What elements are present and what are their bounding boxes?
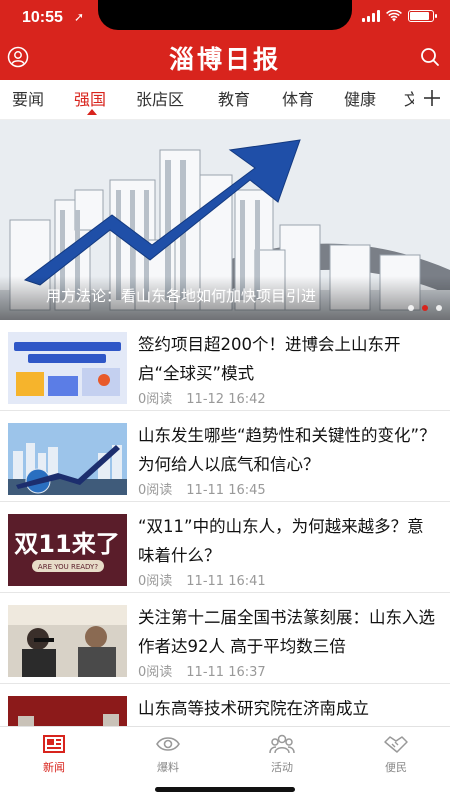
- read-count: 0阅读: [138, 392, 173, 407]
- news-thumbnail: [8, 423, 127, 495]
- newspaper-icon: [43, 735, 65, 753]
- nav-baoliao[interactable]: 爆料: [138, 733, 198, 775]
- news-date: 11-11 16:37: [186, 665, 266, 680]
- tab-partial[interactable]: 文: [404, 86, 414, 110]
- news-thumbnail: [8, 605, 127, 677]
- news-item[interactable]: 关注第十二届全国书法篆刻展：山东入选作者达92人 高于平均数三倍 0阅读 11-1…: [0, 593, 450, 684]
- nav-baoliao-label: 爆料: [157, 761, 179, 774]
- read-count: 0阅读: [138, 483, 173, 498]
- location-arrow-icon: ➚: [74, 10, 85, 24]
- banner-caption-text: 用方法论：看山东各地如何加快项目引进: [46, 287, 317, 305]
- news-meta: 0阅读 11-11 16:41: [138, 570, 266, 589]
- handshake-icon: [384, 736, 408, 753]
- carousel-dot[interactable]: [436, 305, 442, 311]
- nav-activity-label: 活动: [271, 761, 293, 774]
- nav-bianmin-label: 便民: [385, 761, 407, 774]
- read-count: 0阅读: [138, 574, 173, 589]
- news-title: 签约项目超200个！进博会上山东开启“全球买”模式: [138, 335, 401, 383]
- tab-tiyu[interactable]: 体育: [282, 86, 314, 110]
- news-thumbnail: 双11来了 ARE YOU READY?: [8, 514, 127, 586]
- battery-icon: [408, 10, 437, 22]
- group-people-icon: [269, 734, 295, 754]
- eye-icon: [156, 737, 180, 751]
- home-indicator[interactable]: [155, 787, 295, 792]
- tab-jiankang[interactable]: 健康: [344, 86, 376, 110]
- carousel-dot[interactable]: [408, 305, 414, 311]
- tab-zhangdian[interactable]: 张店区: [136, 86, 184, 110]
- banner-caption-overlay: 用方法论：看山东各地如何加快项目引进: [0, 276, 450, 320]
- device-notch: [98, 0, 352, 30]
- news-date: 11-11 16:45: [186, 483, 266, 498]
- nav-news[interactable]: 新闻: [24, 733, 84, 775]
- carousel-dot-active[interactable]: [422, 305, 428, 311]
- thumb-double11-text: 双11来了: [14, 530, 119, 558]
- news-title: 关注第十二届全国书法篆刻展：山东入选作者达92人 高于平均数三倍: [138, 608, 435, 656]
- tab-qiangguo[interactable]: 强国: [74, 86, 106, 110]
- news-title: 山东高等技术研究院在济南成立: [138, 699, 369, 718]
- add-channel-icon[interactable]: [422, 88, 442, 108]
- tab-jiaoyu[interactable]: 教育: [218, 86, 250, 110]
- system-status-icons: [362, 10, 437, 22]
- cellular-signal-icon: [362, 10, 380, 22]
- nav-activity[interactable]: 活动: [252, 733, 312, 775]
- nav-bianmin[interactable]: 便民: [366, 733, 426, 775]
- news-date: 11-11 16:41: [186, 574, 266, 589]
- news-item[interactable]: 签约项目超200个！进博会上山东开启“全球买”模式 0阅读 11-12 16:42: [0, 320, 450, 411]
- title-bar: 淄博日报: [0, 38, 450, 80]
- category-tabs: 要闻 强国 张店区 教育 体育 健康 文: [0, 80, 450, 120]
- news-item[interactable]: 山东发生哪些“趋势性和关键性的变化”？为何给人以底气和信心？ 0阅读 11-11 …: [0, 411, 450, 502]
- app-logo: 淄博日报: [168, 45, 281, 74]
- news-title: “双11”中的山东人，为何越来越多？意味着什么？: [138, 517, 424, 565]
- news-item[interactable]: 双11来了 ARE YOU READY? “双11”中的山东人，为何越来越多？意…: [0, 502, 450, 593]
- read-count: 0阅读: [138, 665, 173, 680]
- news-meta: 0阅读 11-11 16:45: [138, 479, 266, 498]
- active-tab-indicator: [87, 109, 97, 115]
- app-header: 10:55 ➚ 淄博日报: [0, 0, 450, 80]
- news-title: 山东发生哪些“趋势性和关键性的变化”？为何给人以底气和信心？: [138, 426, 436, 474]
- news-meta: 0阅读 11-11 16:37: [138, 661, 266, 680]
- thumb-ready-text: ARE YOU READY?: [38, 563, 98, 571]
- news-meta: 0阅读 11-12 16:42: [138, 388, 266, 407]
- nav-news-label: 新闻: [43, 761, 65, 774]
- status-time: 10:55: [22, 9, 63, 26]
- wifi-icon: [386, 10, 402, 22]
- news-date: 11-12 16:42: [186, 392, 266, 407]
- featured-banner[interactable]: 用方法论：看山东各地如何加快项目引进: [0, 120, 450, 320]
- news-thumbnail: [8, 332, 127, 404]
- bottom-nav: 新闻 爆料 活动 便民: [0, 726, 450, 800]
- carousel-dots: [408, 305, 442, 311]
- search-icon[interactable]: [419, 46, 441, 68]
- tab-yaowen[interactable]: 要闻: [12, 86, 44, 110]
